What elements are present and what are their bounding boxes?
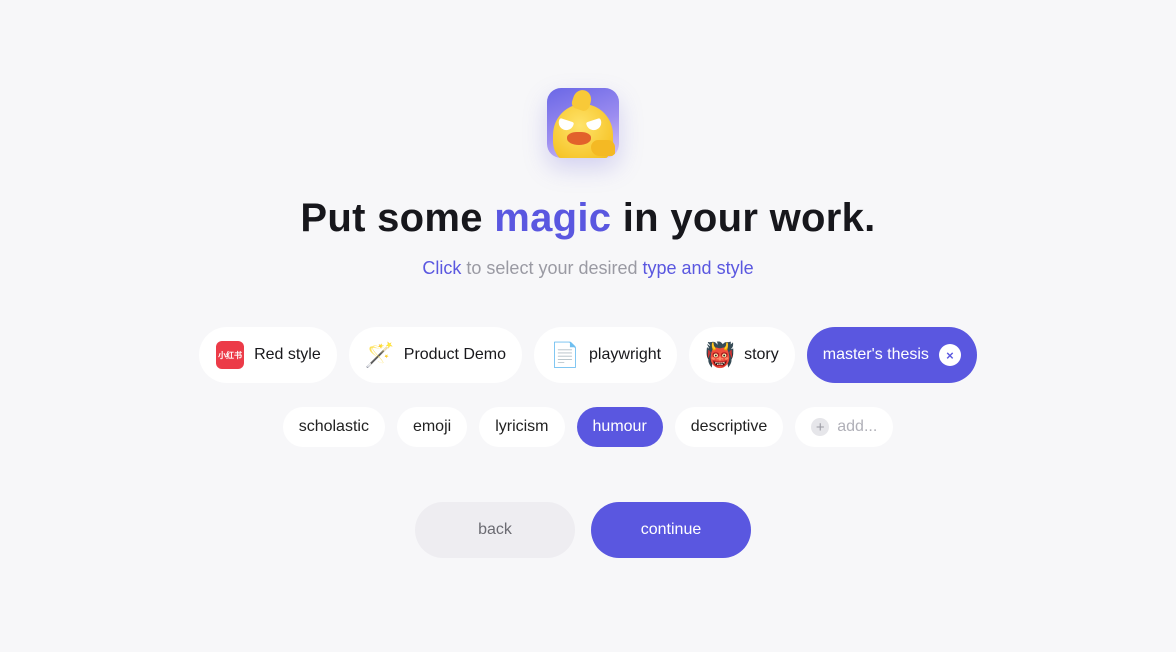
type-chip-red-style[interactable]: 小红书 Red style xyxy=(199,327,337,383)
chip-label: master's thesis xyxy=(822,346,929,363)
type-chip-masters-thesis[interactable]: master's thesis × xyxy=(806,327,977,383)
style-tag-scholastic[interactable]: scholastic xyxy=(282,407,385,447)
subtitle-type: type xyxy=(642,258,677,278)
magic-wand-icon: 🪄 xyxy=(364,341,395,369)
duck-wing xyxy=(591,140,615,156)
add-style-button[interactable]: + add... xyxy=(795,407,894,447)
document-icon: 📄 xyxy=(550,341,580,369)
back-button[interactable]: back xyxy=(415,502,575,558)
app-logo xyxy=(547,88,619,158)
subtitle-and: and xyxy=(676,258,717,278)
type-chip-list: 小红书 Red style 🪄 Product Demo 📄 playwrigh… xyxy=(0,327,1176,383)
chip-label: Product Demo xyxy=(403,346,507,363)
title-text-end: in your work. xyxy=(611,196,876,240)
style-tag-emoji[interactable]: emoji xyxy=(396,407,468,447)
ogre-icon: 👹 xyxy=(705,341,735,369)
type-chip-playwright[interactable]: 📄 playwright xyxy=(534,327,678,383)
continue-button[interactable]: continue xyxy=(591,502,751,558)
chip-label: story xyxy=(744,346,779,363)
chip-label: playwright xyxy=(589,346,662,363)
duck-beak xyxy=(567,132,591,145)
redbook-icon: 小红书 xyxy=(215,340,245,370)
redbook-icon-text: 小红书 xyxy=(216,341,245,369)
page-title: Put some magic in your work. xyxy=(0,196,1176,241)
page-subtitle: Click to select your desired type and st… xyxy=(0,258,1176,279)
type-chip-story[interactable]: 👹 story xyxy=(689,327,795,383)
add-style-label: add... xyxy=(837,418,878,435)
style-tag-descriptive[interactable]: descriptive xyxy=(674,407,784,447)
chip-label: Red style xyxy=(254,346,321,363)
style-tag-humour[interactable]: humour xyxy=(576,407,663,447)
subtitle-style: style xyxy=(716,258,754,278)
style-tag-list: scholastic emoji lyricism humour descrip… xyxy=(0,407,1176,447)
title-accent: magic xyxy=(494,196,612,240)
style-tag-lyricism[interactable]: lyricism xyxy=(479,407,565,447)
plus-icon: + xyxy=(811,418,830,436)
close-icon[interactable]: × xyxy=(938,344,961,366)
type-chip-product-demo[interactable]: 🪄 Product Demo xyxy=(348,327,523,383)
subtitle-text: to select your desired xyxy=(461,258,643,278)
title-text: Put some xyxy=(300,196,495,240)
subtitle-click: Click xyxy=(422,258,462,278)
